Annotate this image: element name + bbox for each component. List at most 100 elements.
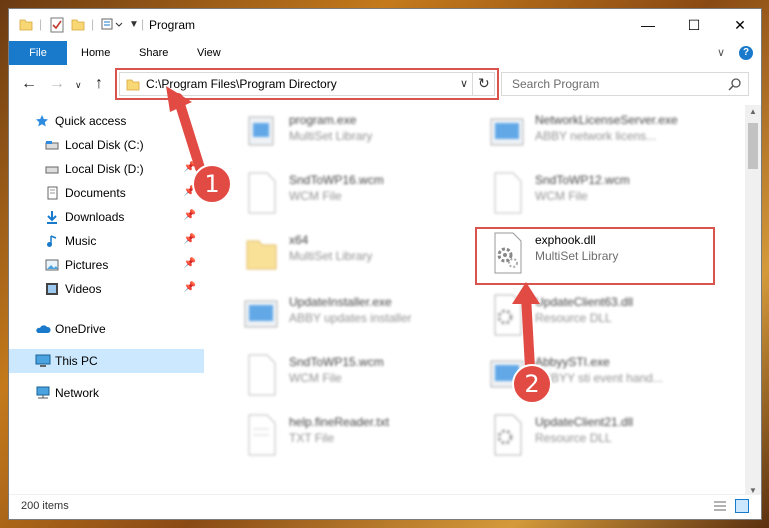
- file-item[interactable]: help.fineReader.txt TXT File: [235, 409, 467, 465]
- file-name: UpdateClient63.dll: [535, 295, 634, 309]
- recent-locations-button[interactable]: ∨: [75, 80, 82, 91]
- expand-ribbon-icon[interactable]: ∨: [717, 46, 725, 59]
- ribbon-tabs: File Home Share View ∨ ?: [9, 41, 761, 97]
- document-icon: [489, 171, 525, 215]
- file-type: MultiSet Library: [289, 249, 373, 263]
- tab-view[interactable]: View: [185, 41, 233, 65]
- file-type: TXT File: [289, 431, 335, 445]
- pin-icon[interactable]: 📌: [184, 282, 196, 293]
- pin-icon[interactable]: 📌: [184, 210, 196, 221]
- network-icon: [35, 386, 50, 400]
- sidebar-item-label: OneDrive: [55, 322, 106, 336]
- computer-icon: [35, 354, 51, 368]
- file-item[interactable]: UpdateClient63.dll Resource DLL: [481, 289, 713, 345]
- pin-icon[interactable]: 📌: [184, 162, 196, 173]
- tab-home[interactable]: Home: [69, 41, 122, 65]
- sidebar-item-label: Pictures: [65, 258, 109, 272]
- file-list: program.exe MultiSet Library NetworkLice…: [205, 105, 745, 497]
- pin-icon[interactable]: 📌: [184, 258, 196, 269]
- file-type: WCM File: [535, 189, 588, 203]
- file-name: SndToWP12.wcm: [535, 173, 630, 187]
- file-item[interactable]: UpdateClient21.dll Resource DLL: [481, 409, 713, 465]
- item-count: 200 items: [21, 500, 69, 512]
- sidebar-item-music[interactable]: Music 📌: [9, 229, 204, 253]
- up-button[interactable]: ↑: [95, 75, 103, 93]
- file-type: WCM File: [289, 189, 342, 203]
- file-item[interactable]: SndToWP15.wcm WCM File: [235, 349, 467, 405]
- close-button[interactable]: ✕: [717, 9, 761, 41]
- application-icon: [243, 111, 279, 155]
- pin-icon[interactable]: 📌: [184, 234, 196, 245]
- search-placeholder: Search Program: [512, 77, 600, 91]
- drive-icon: [45, 138, 59, 152]
- videos-icon: [45, 282, 59, 296]
- file-item[interactable]: NetworkLicenseServer.exe ABBY network li…: [481, 107, 713, 163]
- sidebar-item-label: Network: [55, 386, 100, 400]
- separator-icon: |: [39, 17, 43, 31]
- details-view-icon[interactable]: [713, 500, 727, 515]
- new-folder-icon[interactable]: [71, 17, 85, 33]
- minimize-button[interactable]: —: [625, 9, 671, 41]
- pictures-icon: [45, 258, 59, 272]
- sidebar-item-label: This PC: [55, 354, 98, 368]
- sidebar-item-network[interactable]: Network: [9, 381, 204, 405]
- file-item[interactable]: UpdateInstaller.exe ABBY updates install…: [235, 289, 467, 345]
- sidebar-item-onedrive[interactable]: OneDrive: [9, 317, 204, 341]
- drive-icon: [45, 162, 59, 176]
- file-name: SndToWP15.wcm: [289, 355, 384, 369]
- text-file-icon: [243, 413, 279, 457]
- sidebar-item-local-disk-c[interactable]: Local Disk (C:): [9, 133, 204, 157]
- music-icon: [45, 234, 59, 248]
- help-icon[interactable]: ?: [739, 46, 753, 60]
- sidebar-item-local-disk-d[interactable]: Local Disk (D:) 📌: [9, 157, 204, 181]
- window-title: Program: [149, 18, 196, 32]
- back-button[interactable]: ←: [21, 75, 37, 93]
- file-item[interactable]: SndToWP12.wcm WCM File: [481, 167, 713, 223]
- scroll-up-icon[interactable]: ▲: [749, 107, 757, 116]
- file-type: ABBYY sti event hand...: [535, 371, 663, 385]
- sidebar-item-this-pc[interactable]: This PC: [9, 349, 204, 373]
- customize-toolbar-icon[interactable]: [101, 17, 123, 33]
- sidebar-item-label: Local Disk (D:): [65, 162, 144, 176]
- application-icon: [243, 293, 279, 337]
- scrollbar-thumb[interactable]: [748, 123, 758, 169]
- sidebar-item-label: Videos: [65, 282, 102, 296]
- application-icon: [489, 111, 525, 155]
- title-bar: | | ▼ | Program — ☐ ✕: [9, 9, 761, 41]
- file-type: ABBY updates installer: [289, 311, 412, 325]
- file-name: UpdateClient21.dll: [535, 415, 634, 429]
- address-row: ← → ∨ ↑ C:\Program Files\Program Directo…: [9, 65, 761, 103]
- file-name: AbbyySTI.exe: [535, 355, 610, 369]
- document-icon: [243, 353, 279, 397]
- sidebar-item-pictures[interactable]: Pictures 📌: [9, 253, 204, 277]
- forward-button[interactable]: →: [49, 75, 65, 93]
- callout-badge-1: 1: [192, 164, 232, 204]
- sidebar-item-documents[interactable]: Documents 📌: [9, 181, 204, 205]
- file-item[interactable]: program.exe MultiSet Library: [235, 107, 467, 163]
- separator-icon: |: [91, 17, 95, 31]
- file-name: program.exe: [289, 113, 357, 127]
- star-icon: [35, 114, 49, 128]
- documents-icon: [45, 186, 59, 200]
- file-type: Resource DLL: [535, 431, 612, 445]
- search-box[interactable]: Search Program: [501, 72, 749, 96]
- tab-share[interactable]: Share: [127, 41, 180, 65]
- file-item[interactable]: SndToWP16.wcm WCM File: [235, 167, 467, 223]
- highlight-exphook-dll: [475, 227, 715, 285]
- vertical-scrollbar[interactable]: ▲ ▼: [745, 105, 761, 497]
- sidebar-item-downloads[interactable]: Downloads 📌: [9, 205, 204, 229]
- large-icons-view-icon[interactable]: [735, 499, 749, 513]
- sidebar-item-videos[interactable]: Videos 📌: [9, 277, 204, 301]
- sidebar-item-label: Downloads: [65, 210, 125, 224]
- sidebar-item-label: Music: [65, 234, 97, 248]
- properties-icon[interactable]: [49, 17, 65, 33]
- sidebar-item-quick-access[interactable]: Quick access: [9, 109, 204, 133]
- dropdown-arrow-icon[interactable]: ▼: [129, 19, 139, 35]
- cloud-icon: [35, 322, 51, 336]
- file-item[interactable]: x64 MultiSet Library: [235, 227, 467, 283]
- maximize-button[interactable]: ☐: [671, 9, 717, 41]
- search-icon[interactable]: [728, 77, 742, 94]
- separator-icon: |: [141, 17, 145, 31]
- sidebar-item-label: Documents: [65, 186, 126, 200]
- dll-gear-icon: [489, 413, 525, 457]
